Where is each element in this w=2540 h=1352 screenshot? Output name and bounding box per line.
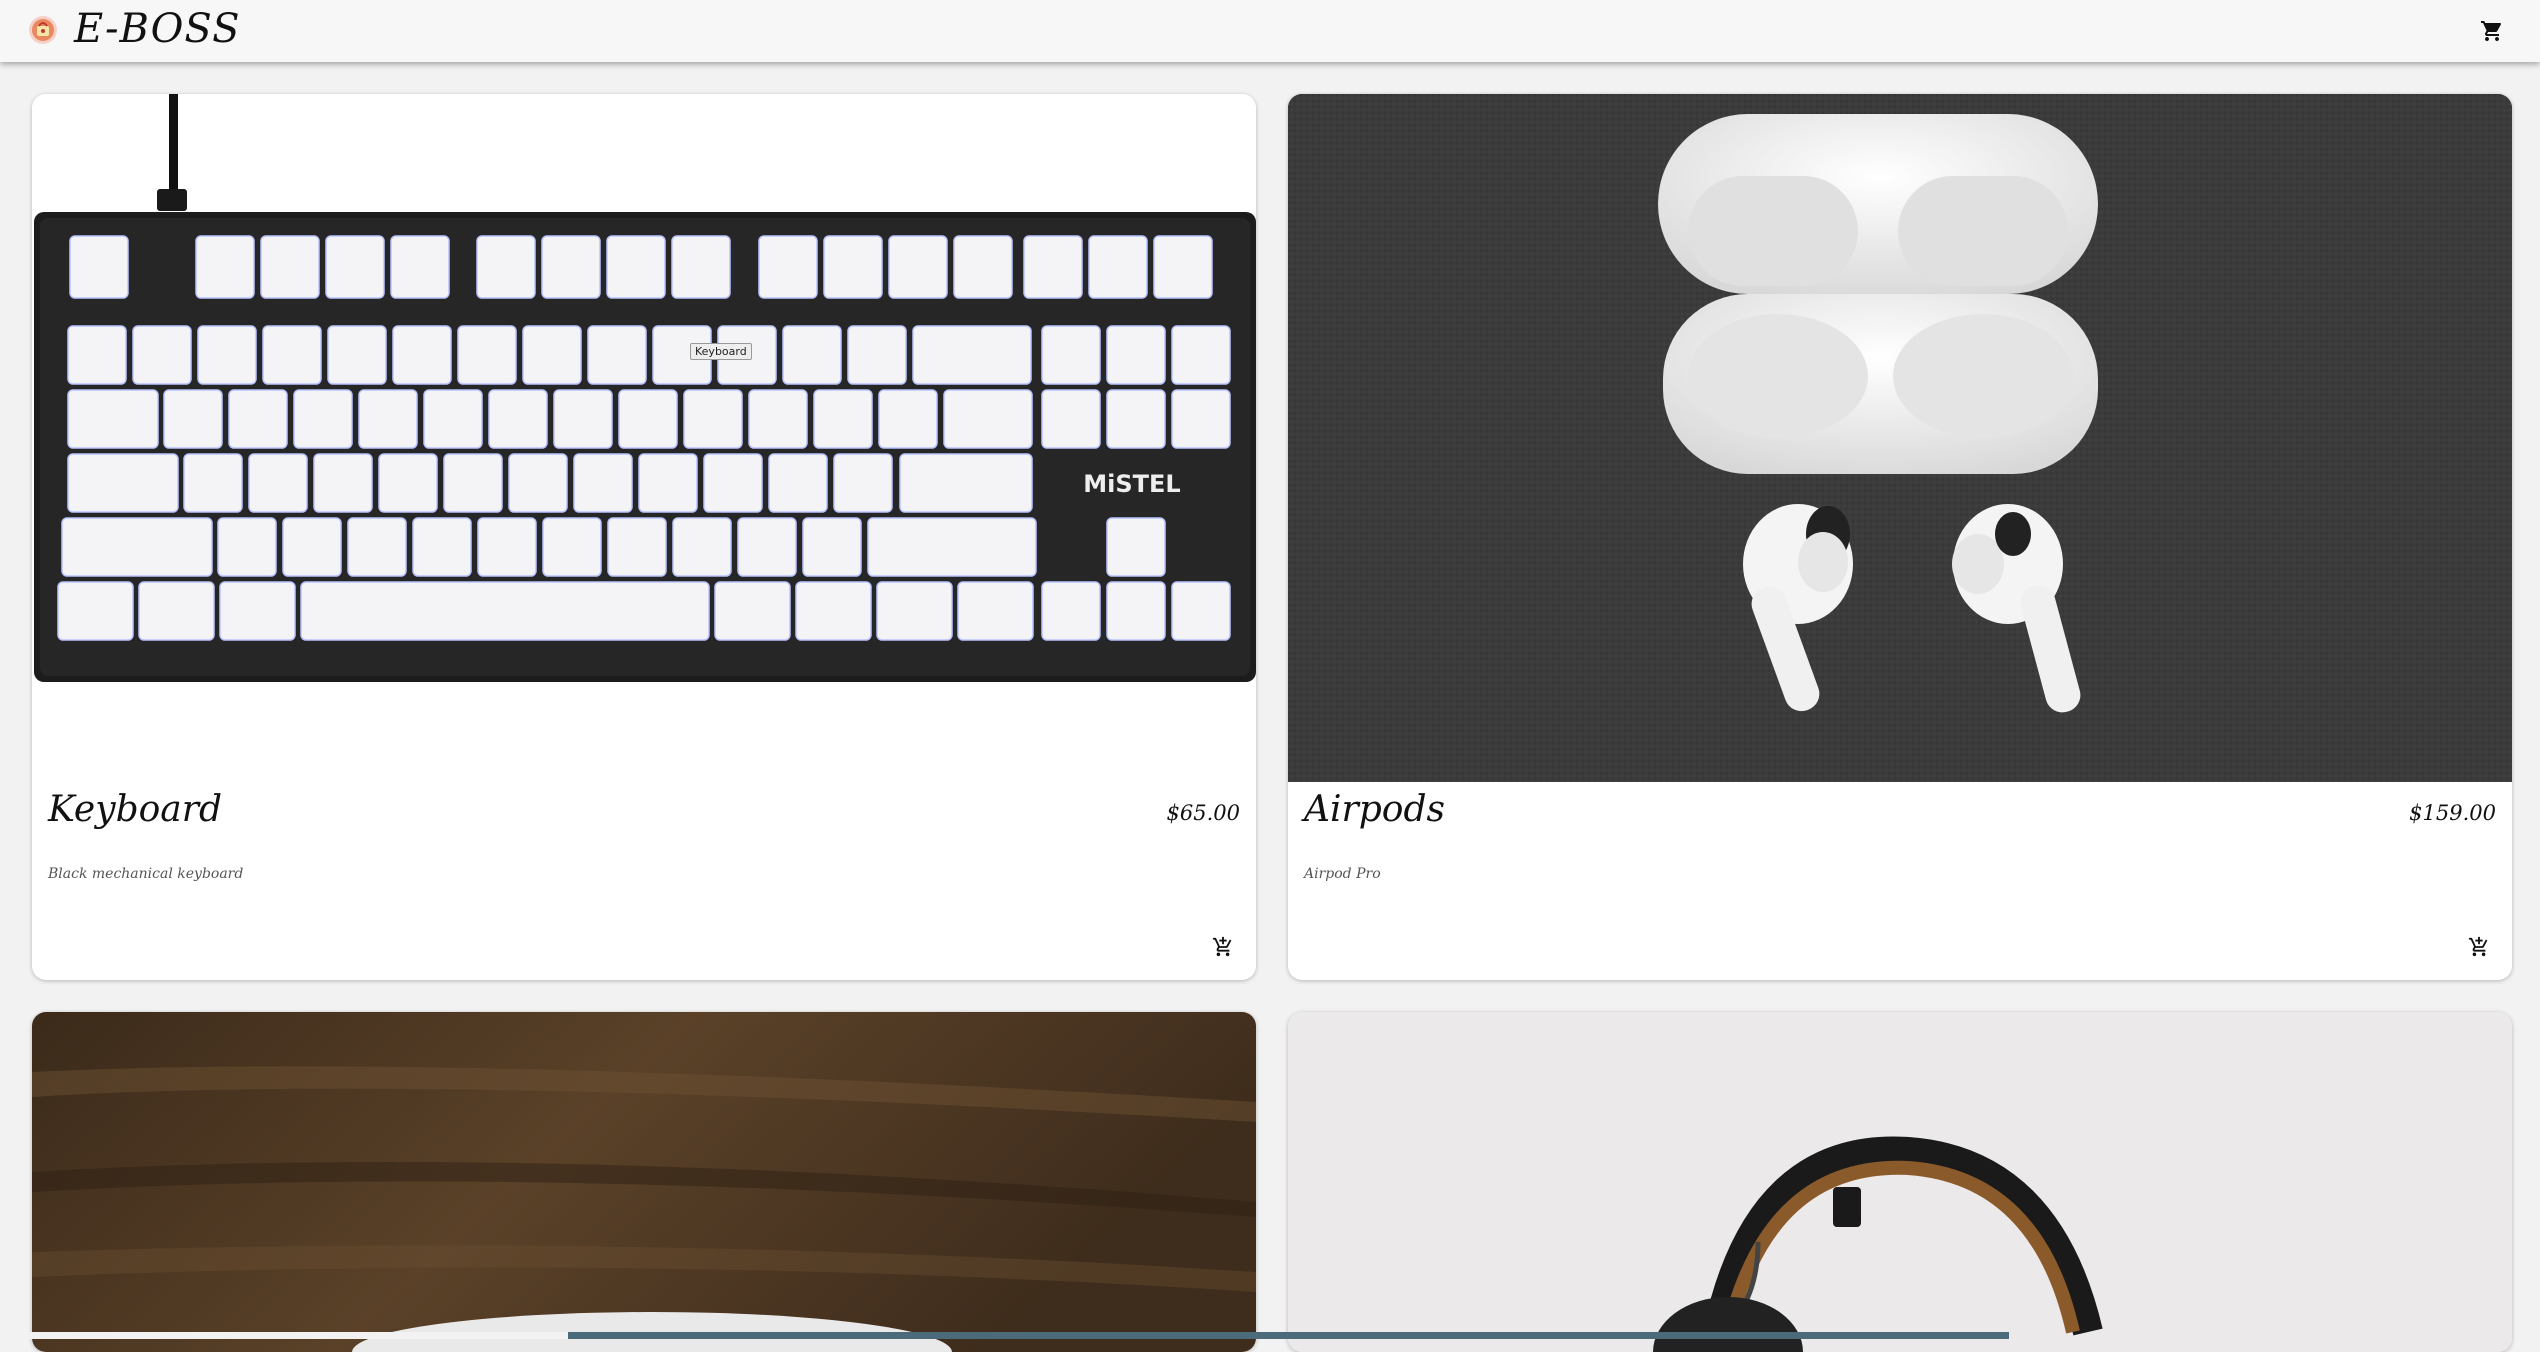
add-shopping-cart-icon[interactable] (1208, 932, 1238, 962)
product-image-mouse[interactable] (32, 1012, 1256, 1352)
product-card-mouse[interactable] (32, 1012, 1256, 1352)
app-bar: E-BOSS (0, 0, 2540, 62)
product-price: $159.00 (2409, 801, 2496, 825)
product-price: $65.00 (1166, 801, 1240, 825)
image-tooltip: Keyboard (690, 343, 752, 360)
shopping-cart-icon[interactable] (2476, 15, 2508, 47)
bottom-edge (0, 1332, 568, 1339)
product-image-headphones[interactable] (1288, 1012, 2512, 1352)
shopping-bag-logo-icon[interactable] (28, 15, 58, 45)
product-image-keyboard[interactable]: MiSTEL (32, 94, 1256, 782)
product-card-airpods[interactable]: Airpods $159.00 Airpod Pro (1288, 94, 2512, 980)
brand-title[interactable]: E-BOSS (74, 6, 241, 52)
add-shopping-cart-icon[interactable] (2464, 932, 2494, 962)
bottom-scroll-indicator[interactable] (568, 1332, 2009, 1339)
product-card-keyboard[interactable]: MiSTEL Keyboard Keyboard $65.00 Black me… (32, 94, 1256, 980)
product-title: Keyboard (48, 789, 223, 830)
product-image-airpods[interactable] (1288, 94, 2512, 782)
keyboard-brand-logo: MiSTEL (1083, 470, 1180, 498)
product-description: Black mechanical keyboard (48, 866, 244, 882)
product-description: Airpod Pro (1304, 866, 1381, 882)
product-card-headphones[interactable] (1288, 1012, 2512, 1352)
product-title: Airpods (1304, 789, 1445, 830)
